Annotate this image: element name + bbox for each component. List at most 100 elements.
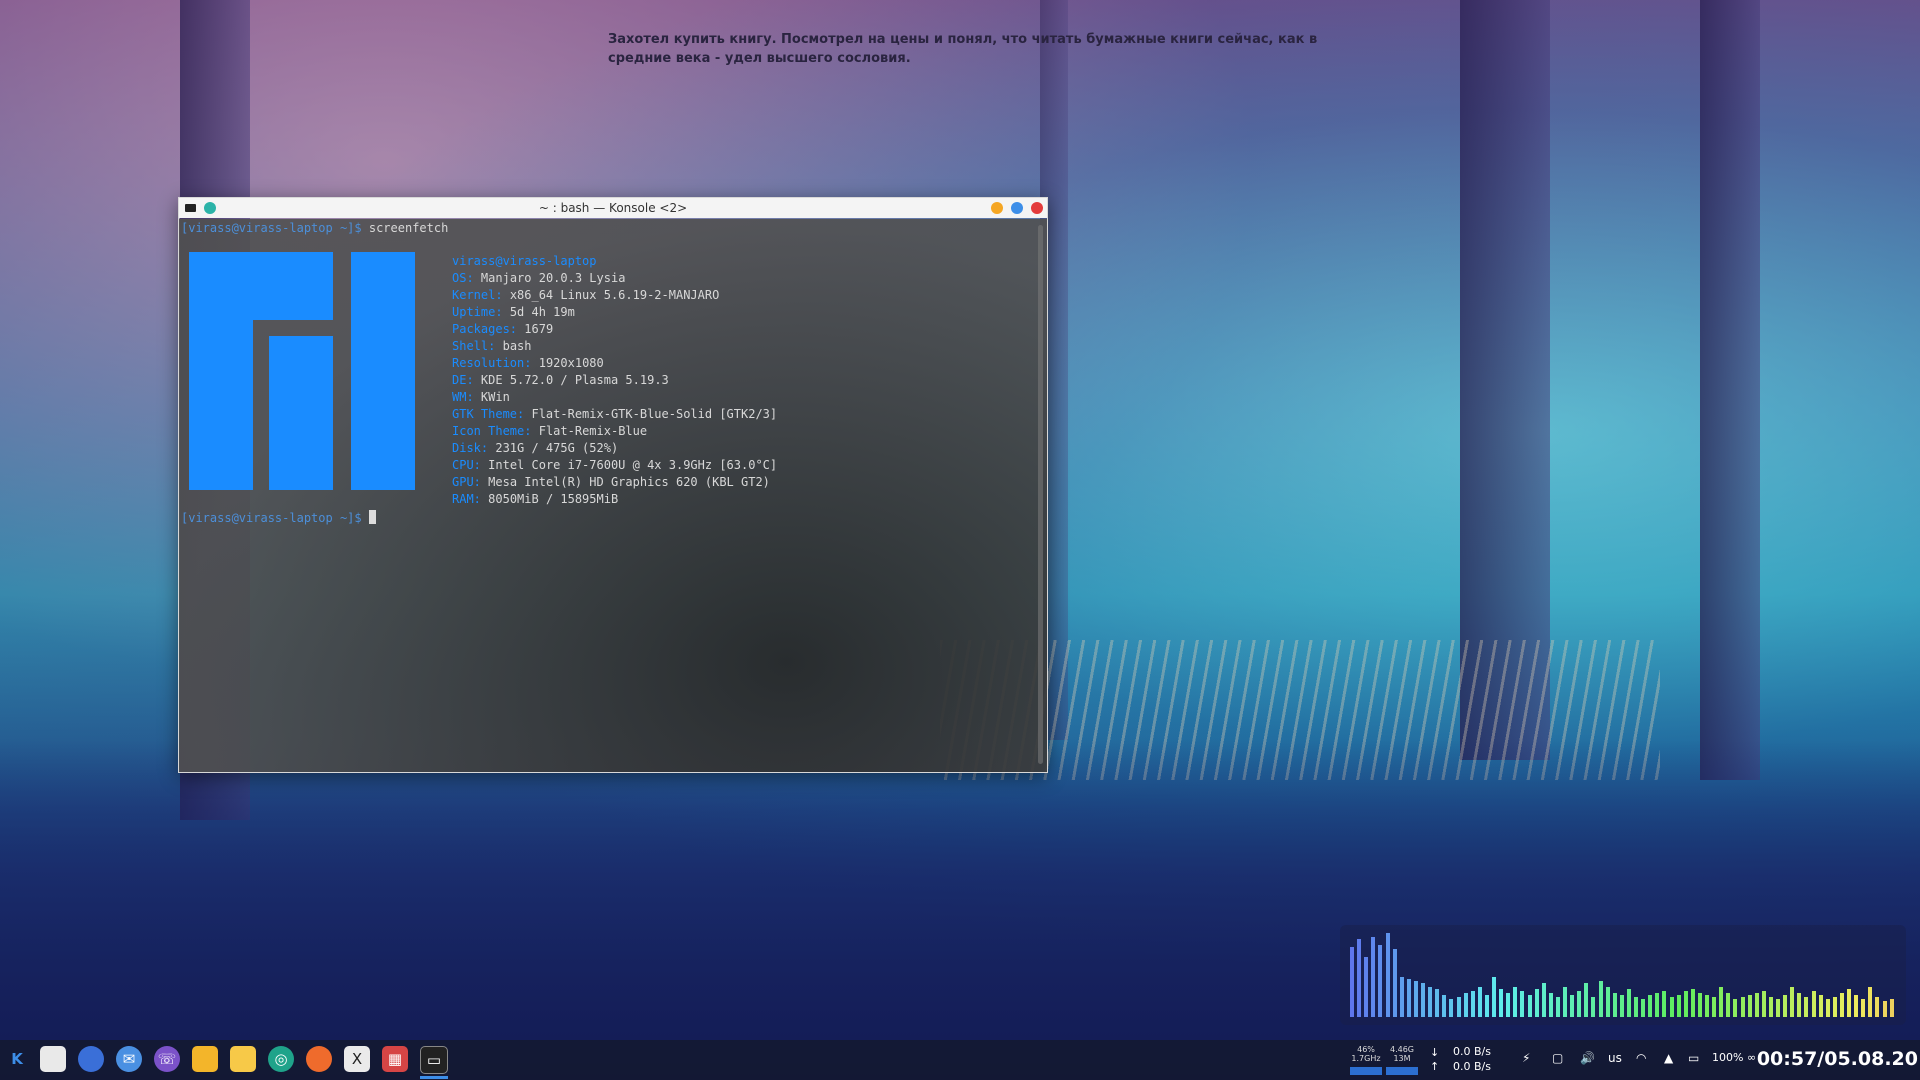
maximize-button[interactable] xyxy=(1011,202,1023,214)
prompt: [virass@virass-laptop ~]$ xyxy=(181,511,362,525)
manjaro-logo xyxy=(189,252,415,490)
clock[interactable]: 00:57/05.08.20 xyxy=(1757,1048,1918,1070)
viber-icon[interactable]: ☏ xyxy=(154,1046,180,1072)
visualizer-bar xyxy=(1392,949,1397,1017)
visualizer-bar xyxy=(1882,1001,1887,1017)
globe-icon[interactable]: ◎ xyxy=(268,1046,294,1072)
visualizer-bar xyxy=(1527,995,1532,1017)
notes-icon[interactable] xyxy=(230,1046,256,1072)
folder-icon[interactable] xyxy=(192,1046,218,1072)
info-row: Packages: 1679 xyxy=(452,322,554,336)
info-row: GPU: Mesa Intel(R) HD Graphics 620 (KBL … xyxy=(452,475,770,489)
visualizer-bar xyxy=(1513,987,1518,1017)
net-arrows: ↓ ↑ xyxy=(1430,1046,1440,1073)
visualizer-bar xyxy=(1435,989,1440,1017)
visualizer-bar xyxy=(1683,991,1688,1017)
visualizer-bar xyxy=(1413,981,1418,1017)
visualizer-bar xyxy=(1690,989,1695,1017)
memory-monitor[interactable]: 4.46G 13M xyxy=(1386,1045,1418,1075)
terminal-icon[interactable]: ▭ xyxy=(420,1046,448,1074)
close-button[interactable] xyxy=(1031,202,1043,214)
visualizer-bar xyxy=(1832,997,1837,1017)
firefox-icon[interactable] xyxy=(306,1046,332,1072)
info-row: DE: KDE 5.72.0 / Plasma 5.19.3 xyxy=(452,373,669,387)
mail-icon[interactable]: ✉ xyxy=(116,1046,142,1072)
visualizer-bar xyxy=(1378,945,1383,1017)
window-title: ~ : bash — Konsole <2> xyxy=(538,201,688,215)
visualizer-bar xyxy=(1768,997,1773,1017)
app-icon[interactable] xyxy=(78,1046,104,1072)
visualizer-bar xyxy=(1399,977,1404,1017)
calculator-icon[interactable]: ▦ xyxy=(382,1046,408,1072)
visualizer-bar xyxy=(1655,993,1660,1017)
visualizer-bar xyxy=(1804,997,1809,1017)
kde-menu-icon[interactable]: K xyxy=(4,1046,30,1072)
visualizer-bar xyxy=(1648,995,1653,1017)
window-titlebar[interactable]: ~ : bash — Konsole <2> xyxy=(179,198,1047,218)
info-row: OS: Manjaro 20.0.3 Lysia xyxy=(452,271,626,285)
visualizer-bar xyxy=(1534,989,1539,1017)
prompt-line[interactable]: [virass@virass-laptop ~]$ xyxy=(181,510,376,525)
visualizer-bar xyxy=(1761,991,1766,1017)
network-speed[interactable]: 0.0 B/s 0.0 B/s xyxy=(1453,1044,1491,1074)
taskbar: K ✉ ☏ ◎ X ▦ ▭ 46% 1.7GHz 4.46G 13M ↓ ↑ 0.… xyxy=(0,1040,1920,1080)
volume-icon[interactable]: 🔊 xyxy=(1580,1051,1595,1065)
visualizer-bar xyxy=(1733,999,1738,1017)
visualizer-bar xyxy=(1456,997,1461,1017)
visualizer-bar xyxy=(1790,987,1795,1017)
visualizer-bar xyxy=(1754,993,1759,1017)
terminal-area[interactable]: [virass@virass-laptop ~]$ screenfetch vi… xyxy=(179,219,1047,772)
battery-level: 100% ∞ xyxy=(1712,1051,1757,1064)
visualizer-bar xyxy=(1747,995,1752,1017)
visualizer-bar xyxy=(1428,987,1433,1017)
clipboard-icon[interactable]: ▢ xyxy=(1552,1051,1563,1065)
visualizer-bar xyxy=(1520,991,1525,1017)
info-row: WM: KWin xyxy=(452,390,510,404)
visualizer-bar xyxy=(1463,993,1468,1017)
wifi-icon[interactable]: ◠ xyxy=(1636,1051,1646,1065)
visualizer-bar xyxy=(1605,987,1610,1017)
visualizer-bar xyxy=(1669,997,1674,1017)
visualizer-bar xyxy=(1357,939,1362,1017)
user-host: virass@virass-laptop xyxy=(452,254,597,268)
visualizer-bar xyxy=(1868,987,1873,1017)
audio-visualizer-widget xyxy=(1340,925,1906,1025)
visualizer-bar xyxy=(1442,995,1447,1017)
info-row: GTK Theme: Flat-Remix-GTK-Blue-Solid [GT… xyxy=(452,407,778,421)
cpu-monitor[interactable]: 46% 1.7GHz xyxy=(1350,1045,1382,1075)
text-cursor xyxy=(368,510,376,524)
tray-expand-icon[interactable]: ▲ xyxy=(1664,1051,1673,1065)
system-info: virass@virass-laptop OS: Manjaro 20.0.3 … xyxy=(452,253,777,508)
pin-icon[interactable] xyxy=(204,202,216,214)
kdeconnect-icon[interactable]: ⚡ xyxy=(1522,1051,1530,1065)
visualizer-bar xyxy=(1584,983,1589,1017)
visualizer-bar xyxy=(1477,987,1482,1017)
prompt: [virass@virass-laptop ~]$ xyxy=(181,221,362,235)
keyboard-layout[interactable]: us xyxy=(1608,1051,1622,1065)
visualizer-bar xyxy=(1598,981,1603,1017)
battery-icon[interactable]: ▭ xyxy=(1688,1051,1699,1065)
visualizer-bar xyxy=(1591,997,1596,1017)
visualizer-bar xyxy=(1818,995,1823,1017)
visualizer-bar xyxy=(1783,995,1788,1017)
minimize-button[interactable] xyxy=(991,202,1003,214)
file-manager-icon[interactable] xyxy=(40,1046,66,1072)
visualizer-bar xyxy=(1641,999,1646,1017)
visualizer-bar xyxy=(1364,957,1369,1017)
x-icon[interactable]: X xyxy=(344,1046,370,1072)
active-task-indicator xyxy=(420,1076,448,1079)
visualizer-bar xyxy=(1570,995,1575,1017)
command-line: [virass@virass-laptop ~]$ screenfetch xyxy=(181,221,448,235)
visualizer-bar xyxy=(1350,947,1354,1017)
visualizer-bar xyxy=(1676,995,1681,1017)
visualizer-bar xyxy=(1555,997,1560,1017)
desktop-quote-widget: Захотел купить книгу. Посмотрел на цены … xyxy=(608,32,1318,66)
info-row: Kernel: x86_64 Linux 5.6.19-2-MANJARO xyxy=(452,288,720,302)
visualizer-bar xyxy=(1577,991,1582,1017)
visualizer-bar xyxy=(1548,993,1553,1017)
terminal-icon[interactable] xyxy=(185,204,196,212)
konsole-window[interactable]: ~ : bash — Konsole <2> [virass@virass-la… xyxy=(178,197,1048,773)
scrollbar[interactable] xyxy=(1038,225,1043,764)
visualizer-bar xyxy=(1854,995,1859,1017)
info-row: Uptime: 5d 4h 19m xyxy=(452,305,575,319)
